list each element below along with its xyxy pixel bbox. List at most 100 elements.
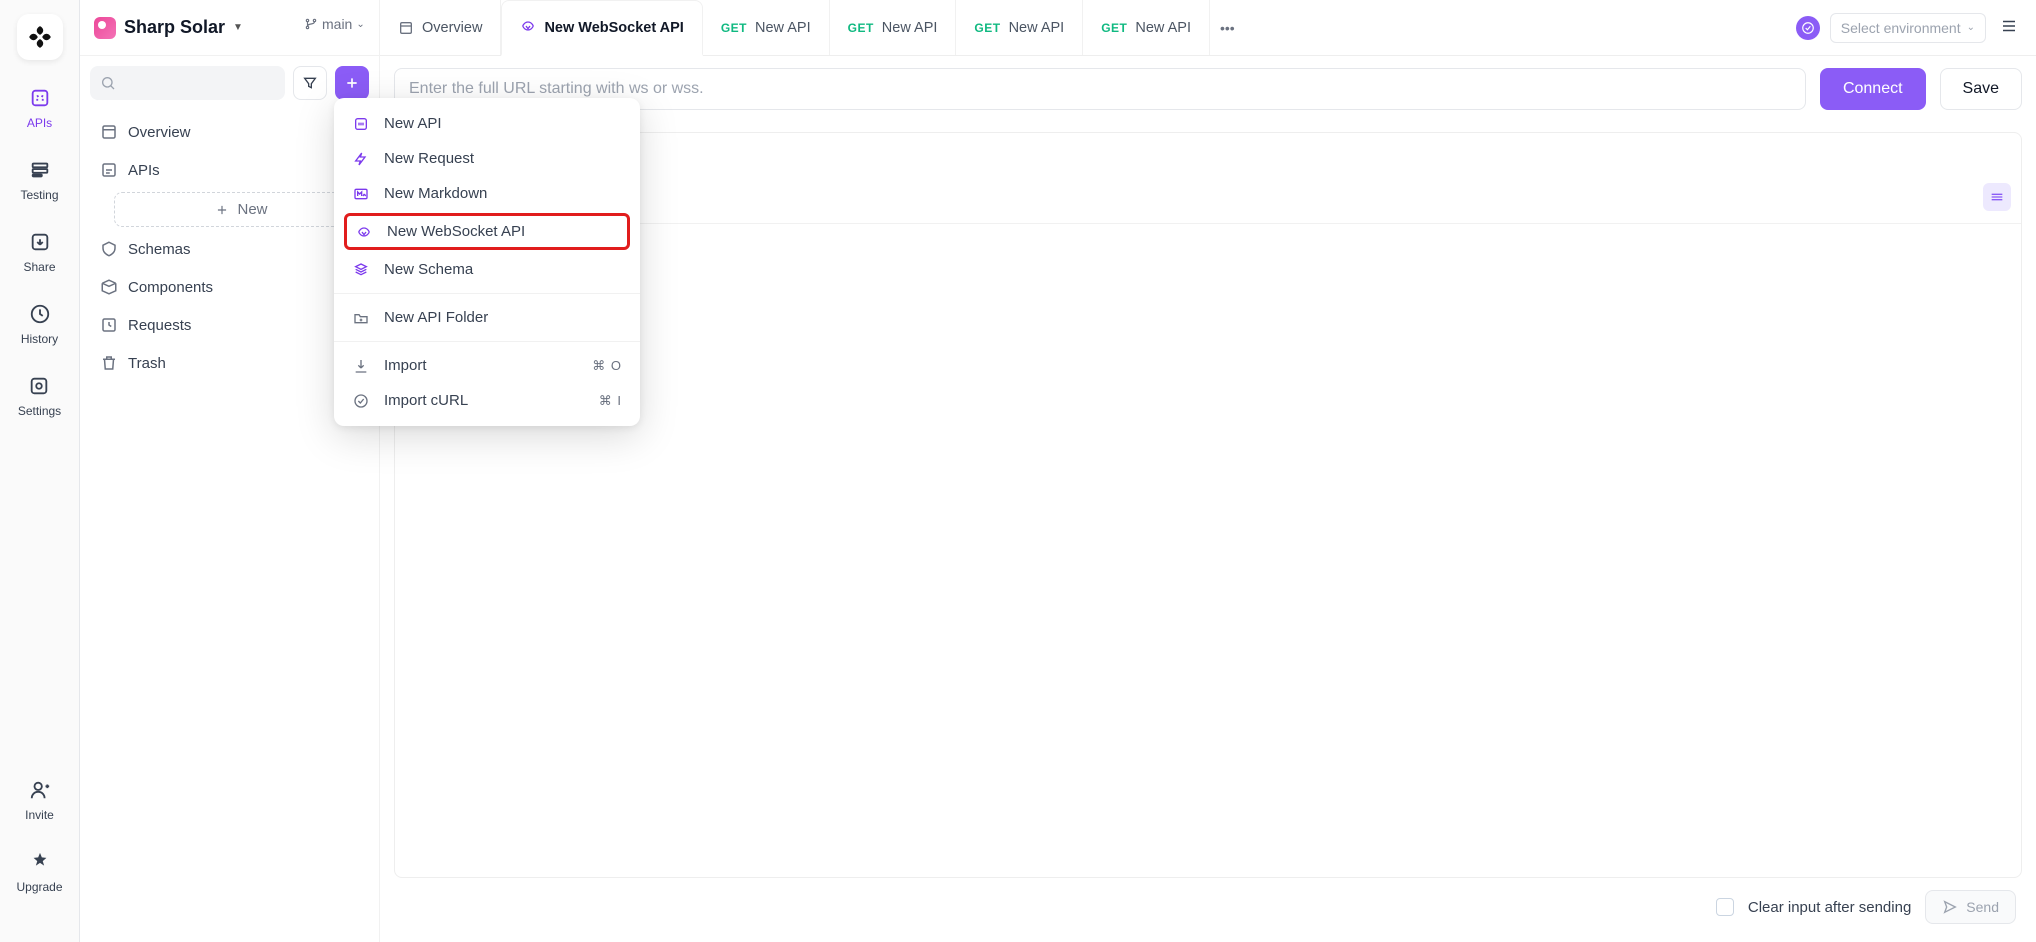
- search-input[interactable]: [90, 66, 285, 100]
- rail-invite[interactable]: Invite: [25, 778, 54, 822]
- folder-icon: [352, 310, 370, 326]
- rail-settings[interactable]: Settings: [18, 374, 61, 418]
- tree-new-placeholder[interactable]: New: [114, 192, 369, 227]
- tree-requests[interactable]: Requests ▸: [90, 307, 369, 343]
- tab-api-3[interactable]: GET New API: [956, 0, 1083, 55]
- menu-import[interactable]: Import ⌘ O: [334, 348, 640, 383]
- branch-selector[interactable]: main ⌄: [304, 16, 365, 32]
- caret-down-icon: ▼: [233, 22, 243, 33]
- rail-share-label: Share: [23, 260, 55, 274]
- menu-new-folder[interactable]: New API Folder: [334, 300, 640, 335]
- connect-button[interactable]: Connect: [1820, 68, 1926, 110]
- environment-placeholder: Select environment: [1841, 20, 1961, 36]
- app-logo[interactable]: [17, 14, 63, 60]
- menu-button[interactable]: [1996, 13, 2022, 42]
- rail-testing-label: Testing: [20, 188, 58, 202]
- save-label: Save: [1963, 80, 1999, 98]
- tab-api-4[interactable]: GET New API: [1083, 0, 1210, 55]
- menu-new-api[interactable]: New API: [334, 106, 640, 141]
- apis-icon: [28, 86, 52, 110]
- rail-apis[interactable]: APIs: [27, 86, 52, 130]
- tree-apis[interactable]: APIs ▾: [90, 152, 369, 188]
- new-menu: New API New Request New Markdown New Web…: [334, 98, 640, 426]
- tab-api-3-label: New API: [1009, 20, 1065, 36]
- user-avatar[interactable]: [1796, 16, 1820, 40]
- rail-settings-label: Settings: [18, 404, 61, 418]
- environment-selector[interactable]: Select environment ⌄: [1830, 13, 1986, 43]
- clear-checkbox[interactable]: [1716, 898, 1734, 916]
- rail-testing[interactable]: Testing: [20, 158, 58, 202]
- menu-new-schema[interactable]: New Schema: [334, 252, 640, 287]
- menu-import-shortcut: ⌘ O: [592, 358, 622, 374]
- tabs-overflow[interactable]: •••: [1210, 0, 1245, 55]
- chevron-down-icon: ⌄: [356, 19, 364, 30]
- rail-share[interactable]: Share: [23, 230, 55, 274]
- curl-icon: [352, 393, 370, 409]
- save-button[interactable]: Save: [1940, 68, 2022, 110]
- tree-overview-label: Overview: [128, 124, 191, 141]
- menu-separator: [334, 293, 640, 294]
- menu-new-api-label: New API: [384, 115, 442, 132]
- websocket-icon: [520, 18, 536, 38]
- tab-api-1-label: New API: [755, 20, 811, 36]
- add-button[interactable]: [335, 66, 369, 100]
- tree-schemas-label: Schemas: [128, 241, 191, 258]
- invite-icon: [28, 778, 52, 802]
- import-icon: [352, 358, 370, 374]
- markdown-icon: [352, 186, 370, 202]
- tab-websocket[interactable]: New WebSocket API: [501, 0, 702, 56]
- rail-invite-label: Invite: [25, 808, 54, 822]
- tab-overview-label: Overview: [422, 20, 482, 36]
- menu-new-markdown[interactable]: New Markdown: [334, 176, 640, 211]
- connect-label: Connect: [1843, 80, 1903, 98]
- tab-bar: Overview New WebSocket API GET New API G…: [380, 0, 2036, 56]
- tree-components[interactable]: Components ▸: [90, 269, 369, 305]
- tab-api-4-label: New API: [1135, 20, 1191, 36]
- tree-schemas[interactable]: Schemas ▸: [90, 231, 369, 267]
- send-button[interactable]: Send: [1925, 890, 2016, 924]
- tree-requests-label: Requests: [128, 317, 191, 334]
- upgrade-icon: [28, 850, 52, 874]
- menu-separator: [334, 341, 640, 342]
- tab-api-2[interactable]: GET New API: [830, 0, 957, 55]
- tab-api-1[interactable]: GET New API: [703, 0, 830, 55]
- expand-button[interactable]: [1983, 183, 2011, 211]
- menu-import-curl-shortcut: ⌘ I: [599, 393, 622, 409]
- testing-icon: [28, 158, 52, 182]
- filter-button[interactable]: [293, 66, 327, 100]
- menu-import-curl-label: Import cURL: [384, 392, 468, 409]
- menu-import-label: Import: [384, 357, 427, 374]
- method-badge: GET: [1101, 21, 1127, 35]
- method-badge: GET: [974, 21, 1000, 35]
- project-name: Sharp Solar: [124, 17, 225, 38]
- websocket-icon: [355, 224, 373, 240]
- menu-new-websocket[interactable]: New WebSocket API: [344, 213, 630, 250]
- method-badge: GET: [848, 21, 874, 35]
- tree-trash[interactable]: Trash: [90, 345, 369, 381]
- history-icon: [28, 302, 52, 326]
- branch-name: main: [322, 16, 352, 32]
- menu-new-websocket-label: New WebSocket API: [387, 223, 525, 240]
- tab-overview[interactable]: Overview: [380, 0, 501, 55]
- rail-history[interactable]: History: [21, 302, 58, 346]
- tree-overview[interactable]: Overview: [90, 114, 369, 150]
- menu-new-request-label: New Request: [384, 150, 474, 167]
- api-icon: [352, 116, 370, 132]
- schema-icon: [352, 262, 370, 278]
- tree-components-label: Components: [128, 279, 213, 296]
- clear-label: Clear input after sending: [1748, 899, 1911, 916]
- request-icon: [352, 151, 370, 167]
- method-badge: GET: [721, 21, 747, 35]
- project-logo: [94, 17, 116, 39]
- menu-import-curl[interactable]: Import cURL ⌘ I: [334, 383, 640, 418]
- rail-apis-label: APIs: [27, 116, 52, 130]
- send-label: Send: [1966, 899, 1999, 915]
- tree-apis-label: APIs: [128, 162, 160, 179]
- menu-new-request[interactable]: New Request: [334, 141, 640, 176]
- rail-upgrade-label: Upgrade: [16, 880, 62, 894]
- rail-upgrade[interactable]: Upgrade: [16, 850, 62, 894]
- settings-icon: [27, 374, 51, 398]
- project-selector[interactable]: Sharp Solar ▼: [94, 17, 243, 39]
- tree-new-label: New: [237, 201, 267, 218]
- menu-new-folder-label: New API Folder: [384, 309, 488, 326]
